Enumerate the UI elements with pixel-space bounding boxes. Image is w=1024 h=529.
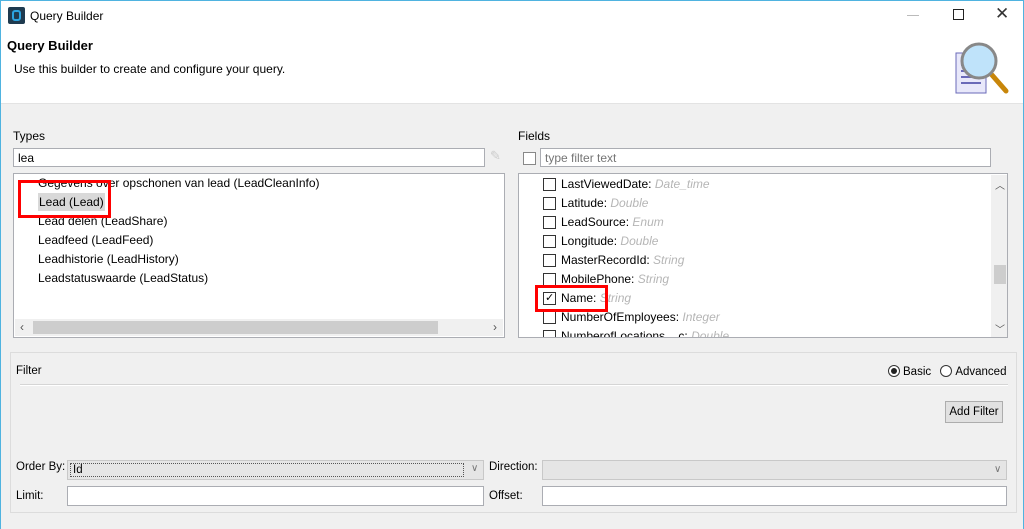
radio-icon[interactable] [940, 365, 953, 377]
field-name: Longitude: [561, 234, 618, 248]
field-type: Double [691, 329, 730, 338]
basic-radio[interactable]: Basic [888, 365, 931, 378]
fields-filter-input[interactable] [540, 148, 991, 167]
field-checkbox[interactable] [543, 311, 556, 324]
field-name: NumberofLocations__c: [561, 329, 688, 338]
offset-input[interactable] [542, 486, 1007, 506]
page-subtitle: Use this builder to create and configure… [14, 62, 286, 76]
field-name: MobilePhone: [561, 272, 635, 286]
type-list-item[interactable]: Leadhistorie (LeadHistory) [38, 250, 179, 269]
chevron-down-icon[interactable]: ∨ [994, 464, 1001, 475]
field-checkbox[interactable] [543, 235, 556, 248]
type-label: Leadhistorie (LeadHistory) [38, 252, 179, 266]
scroll-down-icon[interactable]: ﹀ [995, 321, 1005, 336]
field-checkbox[interactable] [543, 254, 556, 267]
types-search-input[interactable]: lea [13, 148, 485, 167]
scrollbar-thumb[interactable] [994, 265, 1006, 284]
field-type: Double [610, 196, 649, 210]
types-label: Types [13, 129, 46, 143]
type-list-item[interactable]: Leadfeed (LeadFeed) [38, 231, 153, 250]
window-title: Query Builder [30, 9, 104, 23]
maximize-icon[interactable] [953, 9, 964, 20]
field-list-item[interactable]: Longitude: Double [543, 232, 658, 251]
field-list-item[interactable]: MasterRecordId: String [543, 251, 684, 270]
field-name: LeadSource: [561, 215, 630, 229]
order-by-value: Id [70, 463, 464, 477]
mode-radio-group: Basic Advanced [888, 365, 1006, 378]
fields-list[interactable]: LastViewedDate: Date_time Latitude: Doubl… [518, 173, 1008, 338]
scroll-up-icon[interactable]: ︿ [995, 177, 1005, 192]
direction-label: Direction: [489, 461, 538, 473]
limit-input[interactable] [67, 486, 484, 506]
field-list-item[interactable]: LastViewedDate: Date_time [543, 175, 710, 194]
scroll-right-icon[interactable]: › [493, 320, 497, 334]
radio-icon[interactable] [888, 365, 900, 377]
advanced-radio[interactable]: Advanced [940, 365, 1006, 378]
eraser-icon[interactable]: ✎ [490, 148, 506, 164]
field-list-item[interactable]: NumberofLocations__c: Double [543, 327, 730, 338]
close-icon[interactable]: ✕ [995, 4, 1009, 24]
order-by-select[interactable]: Id ∨ [67, 460, 484, 480]
vertical-scrollbar[interactable]: ︿ ﹀ [991, 175, 1007, 337]
chevron-down-icon[interactable]: ∨ [471, 463, 478, 474]
add-filter-button[interactable]: Add Filter [945, 401, 1003, 423]
field-type: Enum [632, 215, 664, 229]
field-name: Latitude: [561, 196, 608, 210]
field-checkbox[interactable] [543, 178, 556, 191]
page-title: Query Builder [7, 38, 93, 53]
type-list-item[interactable]: Leadstatuswaarde (LeadStatus) [38, 269, 208, 288]
app-logo-icon [8, 7, 25, 24]
field-list-item[interactable]: Latitude: Double [543, 194, 648, 213]
fields-label: Fields [518, 129, 551, 143]
limit-label: Limit: [16, 490, 44, 502]
order-by-label: Order By: [16, 461, 66, 473]
horizontal-scrollbar[interactable]: ‹ › [15, 319, 503, 336]
field-checkbox[interactable] [543, 197, 556, 210]
field-type: String [653, 253, 685, 267]
scroll-left-icon[interactable]: ‹ [20, 320, 24, 334]
offset-label: Offset: [489, 490, 523, 502]
field-checkbox[interactable] [543, 216, 556, 229]
field-name: MasterRecordId: [561, 253, 650, 267]
filter-label: Filter [16, 365, 42, 377]
field-list-item[interactable]: LeadSource: Enum [543, 213, 664, 232]
field-type: Double [620, 234, 659, 248]
minimize-icon[interactable] [907, 15, 919, 16]
highlight-box [18, 180, 111, 218]
field-type: Integer [682, 310, 720, 324]
title-bar: Query Builder ✕ [1, 1, 1023, 30]
field-type: String [637, 272, 670, 286]
header: Query Builder Use this builder to create… [1, 30, 1023, 104]
type-label: Leadfeed (LeadFeed) [38, 233, 154, 247]
field-name: NumberOfEmployees: [561, 310, 680, 324]
field-name: LastViewedDate: [561, 177, 652, 191]
highlight-box [535, 285, 608, 312]
divider [20, 384, 1008, 386]
document-magnifier-icon [955, 42, 1009, 94]
field-checkbox[interactable] [543, 330, 556, 337]
type-label: Leadstatuswaarde (LeadStatus) [38, 271, 209, 285]
scrollbar-thumb[interactable] [33, 321, 438, 334]
direction-select[interactable]: ∨ [542, 460, 1007, 480]
select-all-checkbox[interactable] [523, 152, 536, 165]
field-type: Date_time [654, 177, 710, 191]
